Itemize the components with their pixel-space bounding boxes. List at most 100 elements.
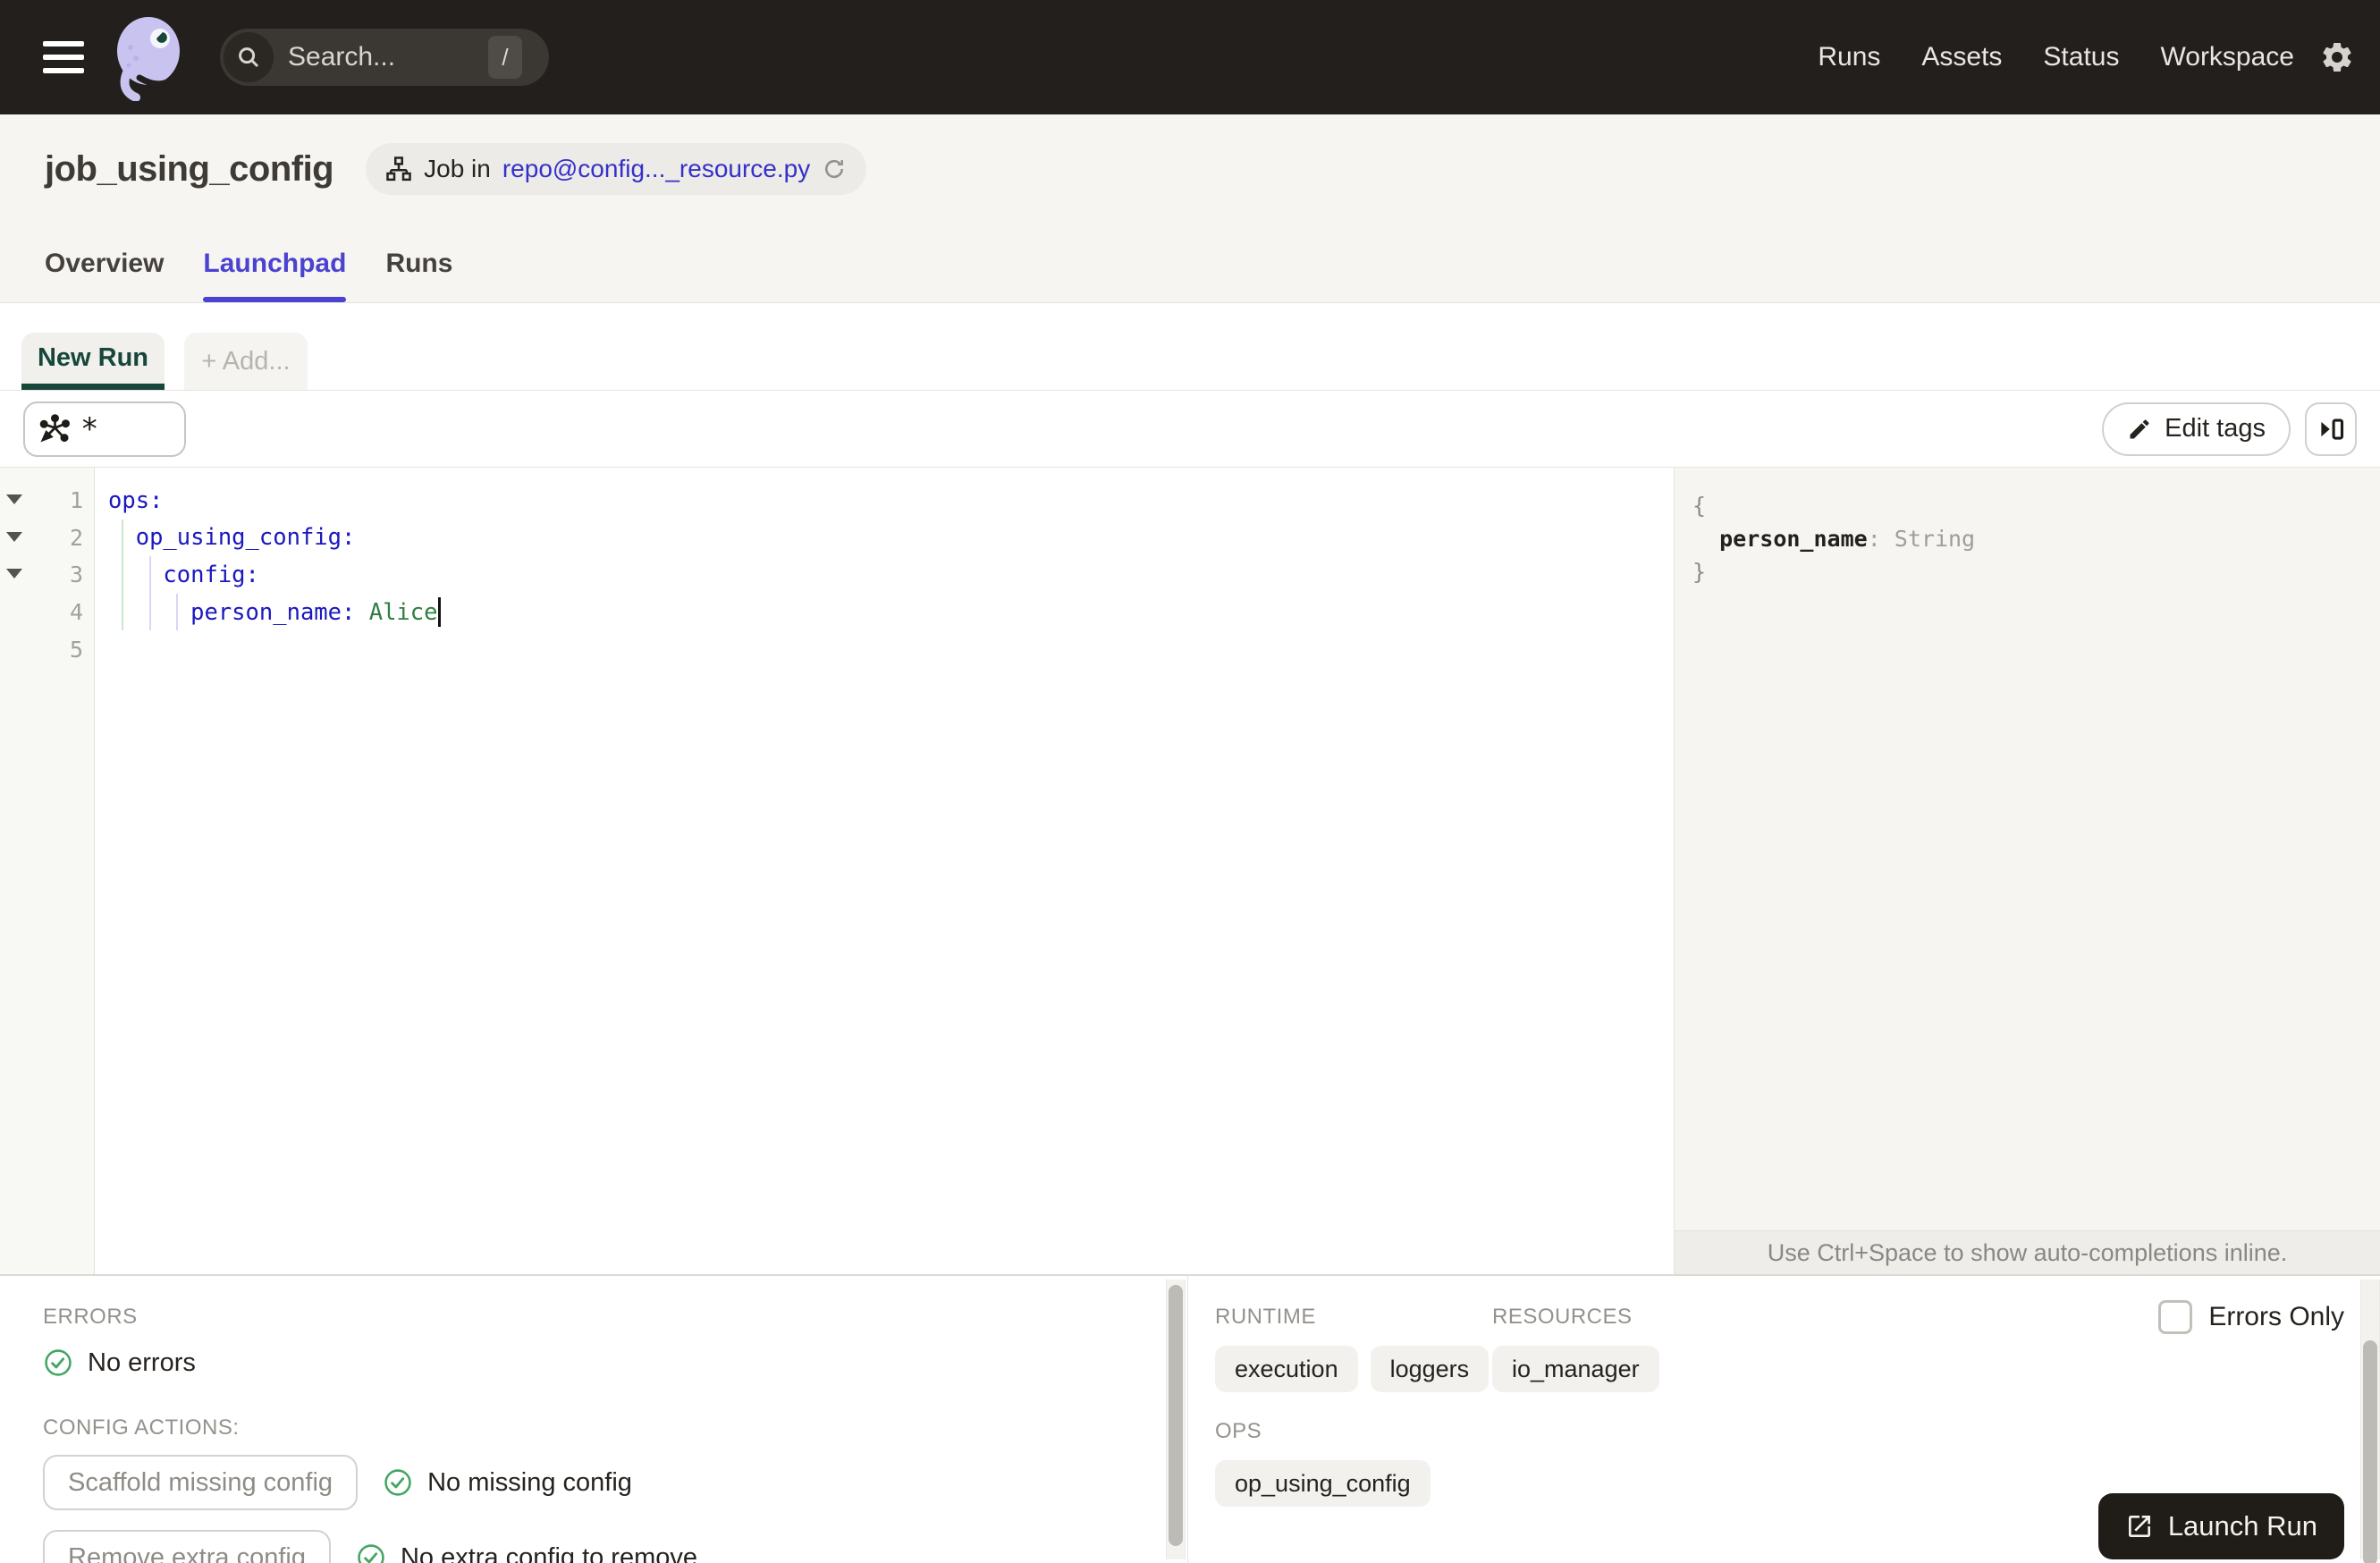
gutter-line-3: 3 <box>0 556 94 594</box>
repo-link[interactable]: repo@config..._resource.py <box>502 155 810 183</box>
add-config-tab-button[interactable]: + Add... <box>184 333 308 390</box>
launchpad-main: 1 2 3 4 5 ops: op_using_config: config: pers… <box>0 468 2380 1274</box>
errors-only-checkbox[interactable] <box>2158 1300 2193 1334</box>
scaffold-missing-config-button[interactable]: Scaffold missing config <box>43 1455 359 1510</box>
expand-panel-button[interactable] <box>2305 401 2357 456</box>
code-line-3[interactable]: config: <box>108 556 1674 594</box>
page-header: job_using_config Job in repo@config..._r… <box>0 114 2380 303</box>
context-panel-scrollbar[interactable] <box>2360 1280 2380 1563</box>
text-cursor <box>438 597 442 628</box>
config-editor[interactable]: 1 2 3 4 5 ops: op_using_config: config: pers… <box>0 468 1674 1274</box>
remove-extra-config-button[interactable]: Remove extra config <box>43 1530 331 1563</box>
reload-icon[interactable] <box>822 156 847 182</box>
title-row: job_using_config Job in repo@config..._r… <box>0 114 2380 195</box>
run-context-panel: RUNTIME execution loggers RESOURCES io_ma… <box>1188 1276 2380 1563</box>
menu-button[interactable] <box>41 36 86 79</box>
schema-type: String <box>1894 526 1976 552</box>
errors-only-control: Errors Only <box>2158 1300 2344 1334</box>
navbar-links: Runs Assets Status Workspace <box>1818 42 2294 72</box>
tab-launchpad[interactable]: Launchpad <box>203 249 347 302</box>
editor-gutter: 1 2 3 4 5 <box>0 468 95 1274</box>
config-schema-panel: { person_name: String } Use Ctrl+Space t… <box>1674 468 2380 1274</box>
no-extra-config-text: No extra config to remove <box>400 1542 698 1563</box>
op-selection-value: * <box>80 410 99 447</box>
badge-prefix: Job in <box>424 155 491 182</box>
runtime-chips: execution loggers <box>1215 1346 1492 1392</box>
tab-new-run[interactable]: New Run <box>21 333 165 390</box>
schema-line: person_name: String <box>1692 522 2380 555</box>
expand-panel-icon <box>2321 418 2344 440</box>
code-line-2[interactable]: op_using_config: <box>108 519 1674 557</box>
scrollbar-thumb[interactable] <box>2363 1340 2377 1563</box>
chip-execution[interactable]: execution <box>1215 1346 1358 1392</box>
launch-run-label: Launch Run <box>2167 1510 2317 1542</box>
line-number: 2 <box>69 524 83 551</box>
menu-bar <box>43 68 84 73</box>
code-line-4[interactable]: person_name: Alice <box>108 593 1674 631</box>
chip-loggers[interactable]: loggers <box>1370 1346 1490 1392</box>
page-title: job_using_config <box>45 148 334 189</box>
menu-bar <box>43 55 84 60</box>
schema-colon: : <box>1867 526 1895 552</box>
nav-link-assets[interactable]: Assets <box>1921 42 2002 72</box>
gutter-line-2: 2 <box>0 520 94 557</box>
job-graph-icon <box>386 156 411 182</box>
nav-link-runs[interactable]: Runs <box>1818 42 1880 72</box>
scrollbar-thumb[interactable] <box>1169 1285 1183 1546</box>
launch-run-button[interactable]: Launch Run <box>2097 1493 2344 1559</box>
nav-link-workspace[interactable]: Workspace <box>2160 42 2294 72</box>
resources-chips: io_manager <box>1492 1346 1769 1392</box>
resources-label: RESOURCES <box>1492 1305 1633 1329</box>
chip-op-using-config[interactable]: op_using_config <box>1215 1460 1431 1507</box>
search-icon <box>224 32 274 82</box>
autocomplete-hint: Use Ctrl+Space to show auto-completions … <box>1675 1230 2380 1274</box>
run-config-tabs: New Run + Add... <box>0 303 2380 391</box>
schema-close-brace: } <box>1692 559 1707 585</box>
op-selection-input[interactable]: * <box>23 401 186 457</box>
schema-open-brace: { <box>1692 493 1707 519</box>
no-missing-config-text: No missing config <box>427 1467 632 1497</box>
schema-line: { <box>1692 489 2380 522</box>
code-text: op_using_config: <box>135 524 356 552</box>
edit-tags-label: Edit tags <box>2165 414 2266 443</box>
errors-label: ERRORS <box>43 1305 138 1329</box>
edit-tags-button[interactable]: Edit tags <box>2102 401 2291 456</box>
schema-key[interactable]: person_name <box>1719 526 1868 552</box>
fold-arrow-icon[interactable] <box>6 569 22 579</box>
errors-panel-scrollbar[interactable] <box>1166 1280 1186 1559</box>
editor-code-area[interactable]: ops: op_using_config: config: person_nam… <box>95 468 1674 1274</box>
remove-extra-row: Remove extra config No extra config to r… <box>43 1530 1187 1563</box>
chip-io-manager[interactable]: io_manager <box>1492 1346 1659 1392</box>
launchpad-toolbar: * Edit tags <box>0 391 2380 468</box>
fold-arrow-icon[interactable] <box>6 494 22 504</box>
line-number: 5 <box>69 636 83 663</box>
code-text: person_name: Alice <box>190 598 438 626</box>
no-extra-config-status: No extra config to remove <box>356 1542 697 1563</box>
code-text: config: <box>163 561 259 588</box>
search-placeholder: Search... <box>288 42 396 72</box>
line-number: 4 <box>69 599 83 626</box>
menu-bar <box>43 41 84 46</box>
no-errors-row: No errors <box>43 1348 1187 1378</box>
gutter-line-4: 4 <box>0 594 94 631</box>
settings-button[interactable] <box>2319 39 2355 75</box>
pencil-icon <box>2130 418 2149 438</box>
tab-runs[interactable]: Runs <box>385 249 452 302</box>
check-circle-icon <box>45 1349 72 1376</box>
page-tabs: Overview Launchpad Runs <box>45 249 452 302</box>
code-line-1[interactable]: ops: <box>108 482 1674 520</box>
nav-link-status[interactable]: Status <box>2043 42 2119 72</box>
launch-icon <box>2128 1516 2150 1537</box>
line-number: 1 <box>69 487 83 514</box>
config-actions-label: CONFIG ACTIONS: <box>43 1415 240 1440</box>
no-errors-text: No errors <box>88 1348 196 1377</box>
code-line-5[interactable] <box>108 630 1674 668</box>
tab-overview[interactable]: Overview <box>45 249 164 302</box>
dagster-logo <box>109 13 190 101</box>
top-navbar: Search... / Runs Assets Status Workspace <box>0 0 2380 114</box>
errors-only-label: Errors Only <box>2208 1302 2344 1331</box>
runtime-group: RUNTIME execution loggers <box>1215 1305 1492 1392</box>
no-missing-config-status: No missing config <box>383 1467 632 1498</box>
fold-arrow-icon[interactable] <box>6 531 22 542</box>
search-input[interactable]: Search... / <box>220 29 549 86</box>
